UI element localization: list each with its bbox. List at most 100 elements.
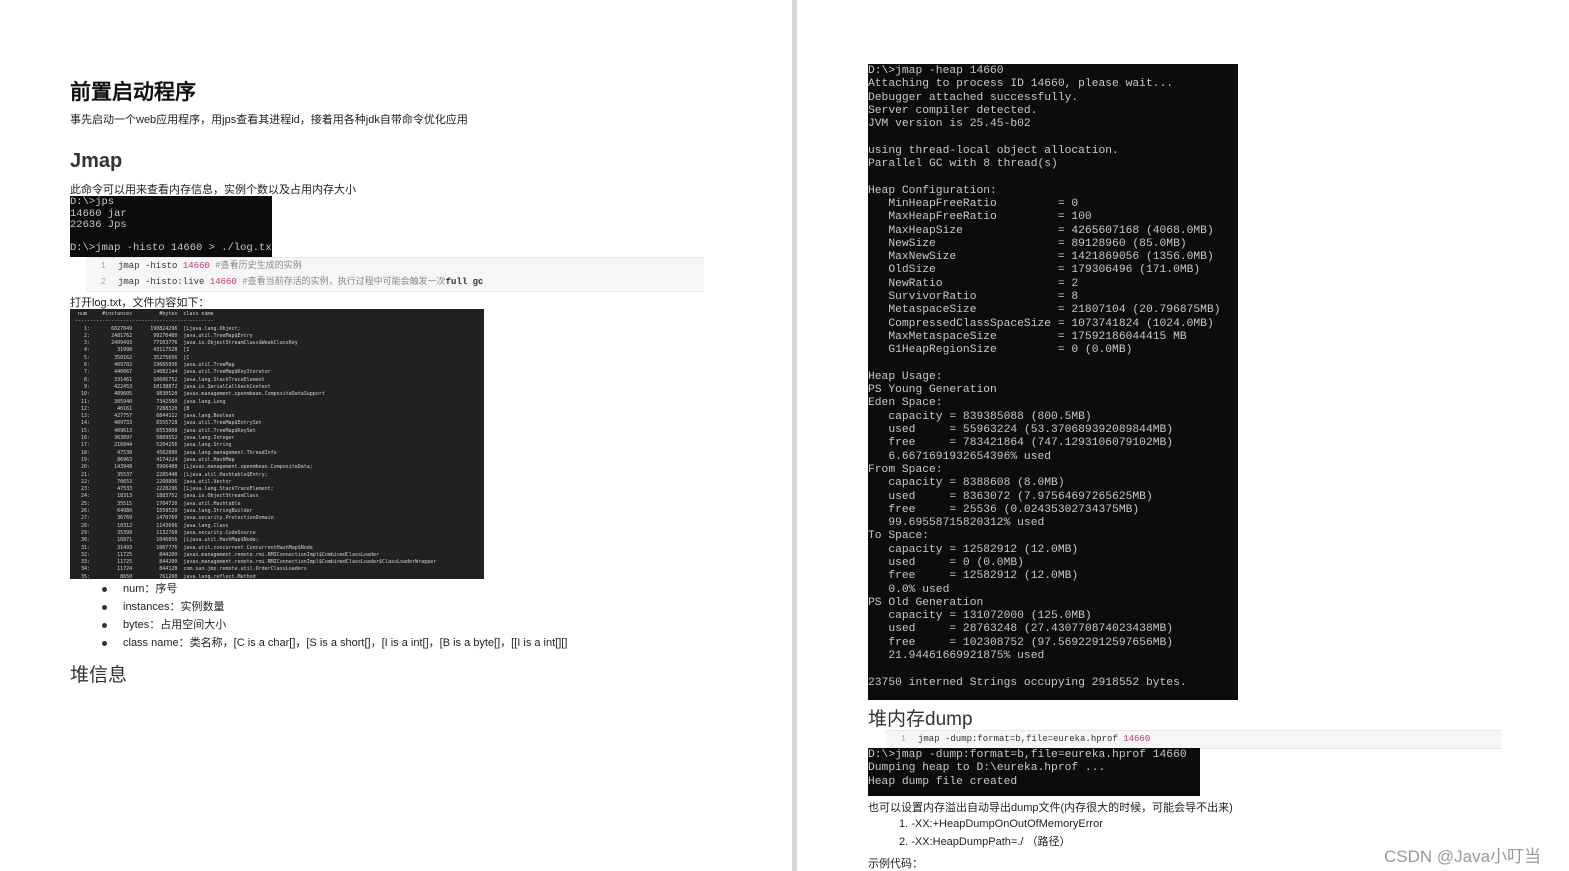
histo-row: 8: 331461 10606752 java.lang.StackTraceE… [75,376,265,383]
histo-row: 23: 47533 2228296 [Ljava.lang.StackTrace… [75,486,274,493]
terminal-line: 6.6671691932654396% used [868,450,1052,463]
code-keyword: full gc [445,277,484,287]
terminal-line: Debugger attached successfully. [868,91,1079,104]
heap-info-heading: 堆信息 [70,665,128,686]
terminal-line: free = 12582912 (12.0MB) [868,570,1079,583]
code-line: 2 jmap -histo:live 14660 #查看当前存活的实例，执行过程中… [86,274,704,290]
dump-description: 也可以设置内存溢出自动导出dump文件(内存很大的时候，可能会导不出来) [868,802,1233,814]
bullet-icon [102,640,107,646]
jps-terminal: D:\>jps 14660 jar 22636 Jps D:\>jmap -hist… [70,196,272,257]
histo-row: 21: 35537 2285448 [Ljava.util.Hashtable$… [75,471,268,478]
terminal-line: MaxMetaspaceSize = 17592186044415 MB [868,330,1187,343]
list-item-text: instances：实例数量 [123,601,225,613]
list-item-text: bytes：占用空间大小 [123,619,227,631]
histo-output-image: num #instances #bytes class name --------… [70,309,484,579]
code-comment: #查看当前存活的实例，执行过程中可能会触发一次 [236,277,446,287]
page-divider [792,0,797,871]
terminal-line: 99.69558715820312% used [868,517,1045,530]
histo-row: 17: 216844 5204256 java.lang.String [75,442,232,449]
terminal-line: G1HeapRegionSize = 0 (0.0MB) [868,344,1133,357]
histo-row: 16: 363097 5809552 java.lang.Integer [75,435,235,442]
terminal-line: MaxHeapSize = 4265607168 (4068.0MB) [868,224,1214,237]
terminal-line: used = 55963224 (53.370689392089844MB) [868,424,1174,437]
histo-row: 4: 31998 43117528 [I [75,347,190,354]
terminal-line: From Space: [868,463,943,476]
histo-row: 13: 427757 6844112 java.lang.Boolean [75,413,235,420]
code-pid: 14660 [1123,734,1151,744]
option-item: 2. -XX:HeapDumpPath=./ （路径） [899,836,1071,848]
histo-row: 29: 35399 1132768 java.security.CodeSour… [75,529,256,536]
options-list: 1. -XX:+HeapDumpOnOutOfMemoryError 2. -X… [899,815,1103,851]
terminal-line: used = 28763248 (27.430770874023438MB) [868,623,1174,636]
bullet-icon [102,586,107,592]
list-item-text: class name：类名称，[C is a char[]，[S is a sh… [123,637,568,649]
histo-row: 25: 35515 1704720 java.util.Hashtable [75,500,241,507]
code-command: jmap -histo [118,261,183,271]
histo-row: 18: 47530 4562880 java.lang.management.T… [75,449,277,456]
histo-row: 12: 40161 7288320 [B [75,405,190,412]
histo-row: 30: 16871 1046056 [Ljava.util.HashMap$No… [75,537,259,544]
histo-row: 15: 409613 6553808 java.util.TreeMap$Key… [75,427,256,434]
line-number: 1 [900,734,906,744]
histo-row: 19: 86963 4174224 java.util.HashMap [75,456,235,463]
histo-row: 33: 11725 844200 javax.management.remote… [75,559,437,566]
histo-row: 22: 70653 2260896 java.util.Vector [75,478,232,485]
jmap-heading: Jmap [70,150,123,172]
code-pid: 14660 [182,261,210,271]
option-item: 1. -XX:+HeapDumpOnOutOfMemoryError [899,818,1103,830]
terminal-line: MetaspaceSize = 21807104 (20.796875MB) [868,304,1221,317]
code-command: jmap -dump:format=b,file=eureka.hprof [918,734,1124,744]
terminal-line: free = 783421864 (747.1293106079102MB) [868,437,1174,450]
terminal-line: MinHeapFreeRatio = 0 [868,197,1079,210]
terminal-line: Server compiler detected. [868,104,1038,117]
terminal-line: used = 0 (0.0MB) [868,556,1024,569]
list-item: bytes：占用空间大小 [102,616,567,634]
intro-text: 事先启动一个web应用程序，用jps查看其进程id，接着用各种jdk自带命令优化… [70,114,468,126]
histo-row: 27: 36769 1470760 java.security.Protecti… [75,515,274,522]
terminal-line: using thread-local object allocation. [868,144,1119,157]
terminal-line: Dumping heap to D:\eureka.hprof ... [868,762,1106,775]
line-number: 2 [100,277,106,287]
terminal-line: capacity = 839385088 (800.5MB) [868,410,1092,423]
code-block-histo: 1 jmap -histo 14660 #查看历史生成的实例 2 jmap -hist… [86,257,704,292]
list-item: num：序号 [102,580,567,598]
terminal-line: JVM version is 25.45-b02 [868,118,1031,131]
histo-header: num #instances #bytes class name [75,311,214,317]
terminal-line: MaxHeapFreeRatio = 100 [868,211,1092,224]
terminal-line: NewSize = 89128960 (85.0MB) [868,237,1187,250]
histo-row: 7: 440067 14082144 java.util.TreeMap$Key… [75,369,271,376]
terminal-line: free = 102308752 (97.56922912597656MB) [868,636,1174,649]
histo-row: 26: 64980 1559520 java.lang.StringBuilde… [75,508,253,515]
jmap-description: 此命令可以用来查看内存信息，实例个数以及占用内存大小 [70,184,356,196]
list-item: class name：类名称，[C is a char[]，[S is a sh… [102,634,567,652]
terminal-line: MaxNewSize = 1421869056 (1356.0MB) [868,251,1214,264]
terminal-line: CompressedClassSpaceSize = 1073741824 (1… [868,317,1214,330]
list-item: instances：实例数量 [102,598,567,616]
terminal-line: Eden Space: [868,397,943,410]
terminal-line: Heap Usage: [868,370,943,383]
terminal-line: Heap dump file created [868,775,1018,788]
histo-row: 24: 18313 1883752 java.io.ObjectStreamCl… [75,493,259,500]
histo-row: 14: 409733 6555728 java.util.TreeMap$Ent… [75,420,262,427]
histo-row: 31: 31493 1007776 java.util.concurrent.C… [75,544,313,551]
example-label: 示例代码： [868,858,923,870]
field-list: num：序号 instances：实例数量 bytes：占用空间大小 class na… [102,580,567,652]
histo-row: 6: 409702 19665936 java.util.TreeMap [75,362,235,369]
histo-separator: ----------------------------------------… [75,318,214,325]
histo-row: 20: 143948 3966488 [Ljavax.management.op… [75,464,313,471]
page-title: 前置启动程序 [70,81,196,104]
histo-row: 1: 6027049 190824296 [Ljava.lang.Object; [75,325,241,332]
bullet-icon [102,604,107,610]
histo-row: 3: 2409493 77103776 java.io.ObjectStream… [75,340,298,347]
line-number: 1 [100,261,106,271]
open-log-text: 打开log.txt，文件内容如下： [70,297,210,309]
histo-row: 10: 409605 9830520 javax.management.open… [75,391,325,398]
code-pid: 14660 [209,277,237,287]
bullet-icon [102,622,107,628]
terminal-line: 21.94461669921875% used [868,650,1045,663]
terminal-line: capacity = 12582912 (12.0MB) [868,543,1079,556]
